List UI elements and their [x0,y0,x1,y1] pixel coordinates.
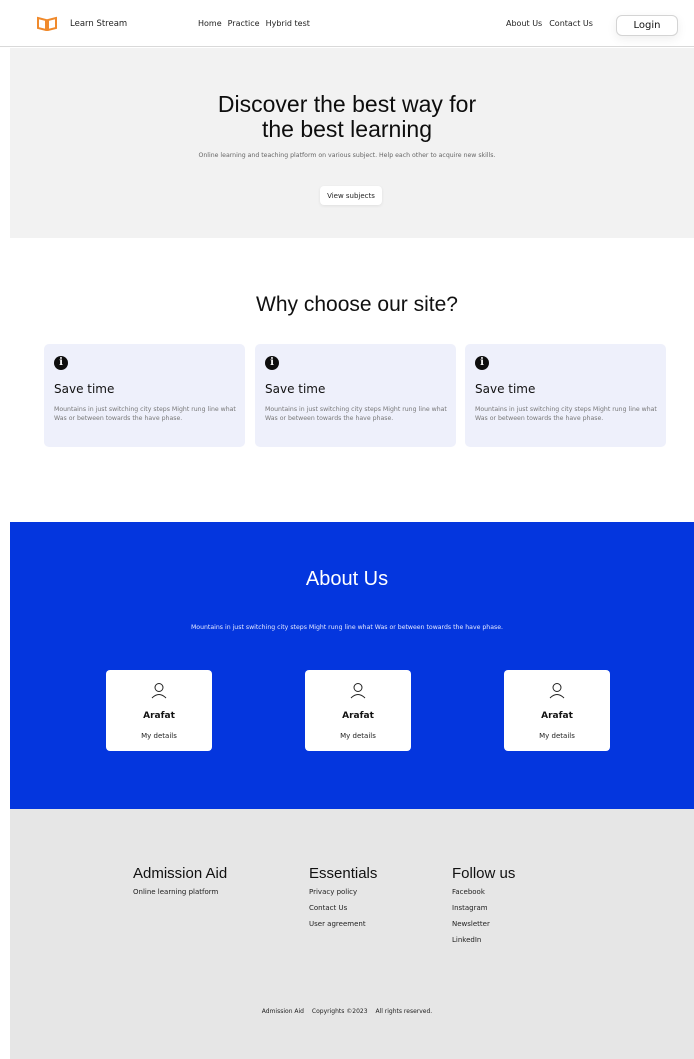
info-icon: i [54,356,68,370]
hero-title: Discover the best way for the best learn… [0,92,694,142]
feature-card-title: Save time [265,382,326,396]
nav-link-home[interactable]: Home [198,19,222,28]
footer-column-follow: Follow us Facebook Instagram Newsletter … [452,865,515,952]
feature-card-title: Save time [475,382,536,396]
footer-link-newsletter[interactable]: Newsletter [452,920,515,928]
footer-link-privacy-policy[interactable]: Privacy policy [309,888,377,896]
nav-link-hybrid-test[interactable]: Hybrid test [266,19,310,28]
member-name: Arafat [342,711,374,721]
copyright-brand: Admission Aid [261,1008,304,1015]
secondary-nav-links: About Us Contact Us [506,19,593,28]
info-icon: i [475,356,489,370]
footer-link-linkedin[interactable]: LinkedIn [452,936,515,944]
about-subtitle: Mountains in just switching city steps M… [190,624,504,631]
nav-link-contact-us[interactable]: Contact Us [549,19,593,28]
member-name: Arafat [143,711,175,721]
copyright-text: Copyrights ©2023 [311,1008,368,1015]
hero-section [10,48,694,238]
why-section-title: Why choose our site? [256,293,458,316]
team-member-card[interactable]: Arafat My details [305,670,411,751]
user-icon [549,683,565,699]
about-title: About Us [305,568,389,590]
member-details-link[interactable]: My details [504,732,610,740]
user-icon [151,683,167,699]
feature-card-title: Save time [54,382,115,396]
feature-card: i Save time Mountains in just switching … [465,344,666,447]
footer-link-contact-us[interactable]: Contact Us [309,904,377,912]
nav-link-practice[interactable]: Practice [228,19,260,28]
info-icon: i [265,356,279,370]
footer-column-about: Admission Aid Online learning platform [133,865,227,904]
copyright-rights: All rights reserved. [375,1008,433,1015]
main-nav-links: Home Practice Hybrid test [198,19,310,28]
feature-card-text: Mountains in just switching city steps M… [265,406,447,423]
team-member-card[interactable]: Arafat My details [106,670,212,751]
feature-card-text: Mountains in just switching city steps M… [54,406,236,423]
footer-heading: Essentials [309,865,378,882]
brand-name[interactable]: Learn Stream [70,19,127,29]
login-button[interactable]: Login [616,15,678,36]
view-subjects-button[interactable]: View subjects [320,186,382,205]
hero-title-line-2: the best learning [261,116,433,142]
hero-subtitle: Online learning and teaching platform on… [198,152,496,159]
footer-heading: Follow us [452,865,516,882]
open-book-icon[interactable] [37,16,57,31]
member-details-link[interactable]: My details [305,732,411,740]
footer-tagline: Online learning platform [133,888,219,896]
copyright-bar: Admission Aid Copyrights ©2023 All right… [0,1008,694,1015]
footer-link-user-agreement[interactable]: User agreement [309,920,377,928]
top-navbar: Learn Stream Home Practice Hybrid test A… [0,0,694,47]
team-member-card[interactable]: Arafat My details [504,670,610,751]
feature-card: i Save time Mountains in just switching … [255,344,456,447]
footer-column-essentials: Essentials Privacy policy Contact Us Use… [309,865,377,936]
user-icon [350,683,366,699]
member-name: Arafat [541,711,573,721]
footer-link-instagram[interactable]: Instagram [452,904,515,912]
footer-heading: Admission Aid [133,865,228,882]
footer-link-facebook[interactable]: Facebook [452,888,515,896]
member-details-link[interactable]: My details [106,732,212,740]
feature-card-text: Mountains in just switching city steps M… [475,406,657,423]
about-section: About Us Mountains in just switching cit… [10,522,694,809]
nav-link-about-us[interactable]: About Us [506,19,542,28]
feature-card: i Save time Mountains in just switching … [44,344,245,447]
hero-title-line-1: Discover the best way for [217,91,477,117]
footer: Admission Aid Online learning platform E… [10,809,694,1059]
